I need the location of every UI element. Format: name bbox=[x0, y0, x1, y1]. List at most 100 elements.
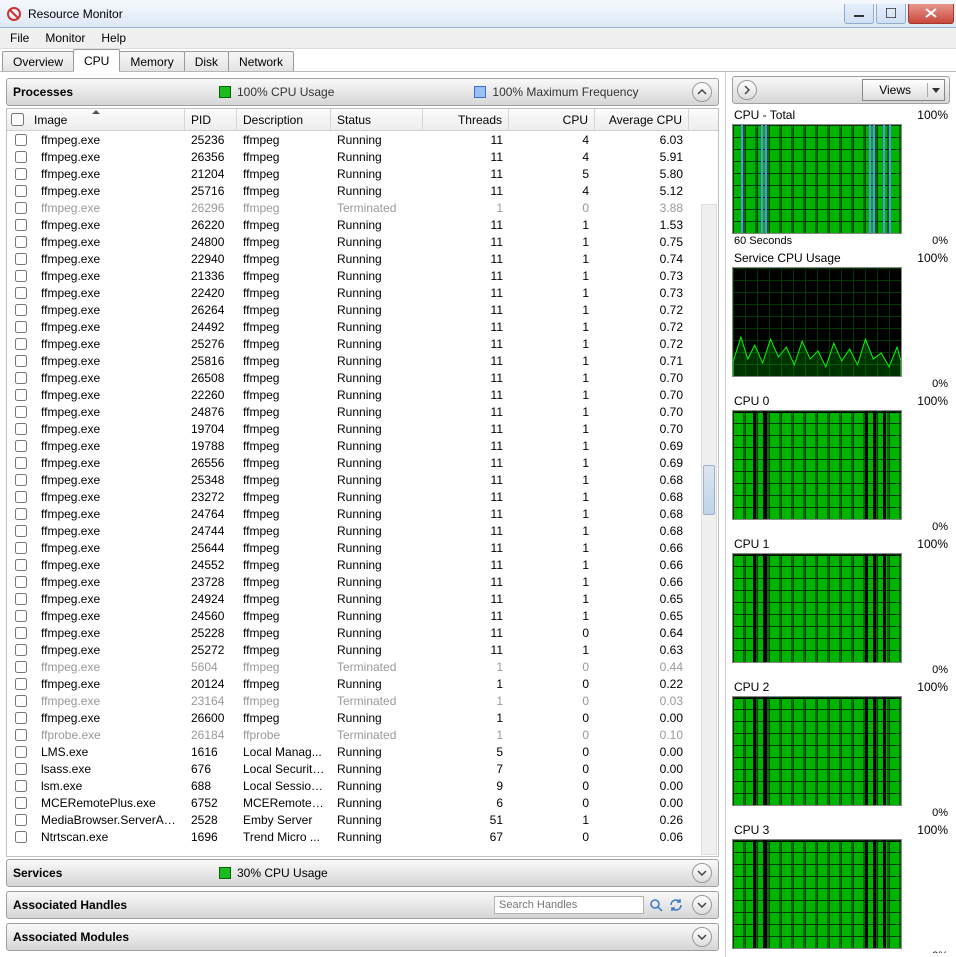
row-checkbox[interactable] bbox=[15, 372, 27, 384]
table-row[interactable]: ffmpeg.exe25816ffmpegRunning1110.71 bbox=[7, 352, 718, 369]
table-row[interactable]: ffmpeg.exe24924ffmpegRunning1110.65 bbox=[7, 590, 718, 607]
table-row[interactable]: ffmpeg.exe22260ffmpegRunning1110.70 bbox=[7, 386, 718, 403]
table-row[interactable]: ffmpeg.exe21336ffmpegRunning1110.73 bbox=[7, 267, 718, 284]
table-row[interactable]: ffmpeg.exe23272ffmpegRunning1110.68 bbox=[7, 488, 718, 505]
table-row[interactable]: ffmpeg.exe25716ffmpegRunning1145.12 bbox=[7, 182, 718, 199]
table-row[interactable]: ffmpeg.exe22420ffmpegRunning1110.73 bbox=[7, 284, 718, 301]
tab-network[interactable]: Network bbox=[228, 51, 294, 71]
table-row[interactable]: ffmpeg.exe25348ffmpegRunning1110.68 bbox=[7, 471, 718, 488]
row-checkbox[interactable] bbox=[15, 559, 27, 571]
table-row[interactable]: ffmpeg.exe24552ffmpegRunning1110.66 bbox=[7, 556, 718, 573]
row-checkbox[interactable] bbox=[15, 338, 27, 350]
table-row[interactable]: ffmpeg.exe21204ffmpegRunning1155.80 bbox=[7, 165, 718, 182]
table-row[interactable]: ffmpeg.exe24744ffmpegRunning1110.68 bbox=[7, 522, 718, 539]
row-checkbox[interactable] bbox=[15, 457, 27, 469]
row-checkbox[interactable] bbox=[15, 814, 27, 826]
row-checkbox[interactable] bbox=[15, 831, 27, 843]
table-row[interactable]: ffmpeg.exe26264ffmpegRunning1110.72 bbox=[7, 301, 718, 318]
row-checkbox[interactable] bbox=[15, 780, 27, 792]
tab-disk[interactable]: Disk bbox=[184, 51, 229, 71]
search-icon[interactable] bbox=[648, 897, 664, 913]
row-checkbox[interactable] bbox=[15, 270, 27, 282]
maximize-button[interactable] bbox=[876, 4, 906, 24]
col-cpu[interactable]: CPU bbox=[509, 109, 595, 130]
row-checkbox[interactable] bbox=[15, 576, 27, 588]
row-checkbox[interactable] bbox=[15, 729, 27, 741]
table-row[interactable]: ffmpeg.exe25228ffmpegRunning1100.64 bbox=[7, 624, 718, 641]
table-row[interactable]: ffmpeg.exe24764ffmpegRunning1110.68 bbox=[7, 505, 718, 522]
row-checkbox[interactable] bbox=[15, 525, 27, 537]
row-checkbox[interactable] bbox=[15, 202, 27, 214]
expand-handles-button[interactable] bbox=[692, 895, 712, 915]
table-row[interactable]: ffmpeg.exe26296ffmpegTerminated103.88 bbox=[7, 199, 718, 216]
table-row[interactable]: MediaBrowser.ServerApplic...2528Emby Ser… bbox=[7, 811, 718, 828]
table-row[interactable]: ffmpeg.exe5604ffmpegTerminated100.44 bbox=[7, 658, 718, 675]
row-checkbox[interactable] bbox=[15, 610, 27, 622]
row-checkbox[interactable] bbox=[15, 678, 27, 690]
menu-help[interactable]: Help bbox=[93, 29, 134, 47]
expand-modules-button[interactable] bbox=[692, 927, 712, 947]
table-row[interactable]: ffmpeg.exe26508ffmpegRunning1110.70 bbox=[7, 369, 718, 386]
select-all-checkbox[interactable] bbox=[11, 113, 24, 126]
menu-file[interactable]: File bbox=[2, 29, 37, 47]
close-button[interactable] bbox=[908, 4, 954, 24]
row-checkbox[interactable] bbox=[15, 134, 27, 146]
table-row[interactable]: ffmpeg.exe25236ffmpegRunning1146.03 bbox=[7, 131, 718, 148]
views-button[interactable]: Views bbox=[862, 79, 945, 101]
tab-memory[interactable]: Memory bbox=[119, 51, 184, 71]
table-scrollbar[interactable] bbox=[701, 204, 717, 855]
row-checkbox[interactable] bbox=[15, 712, 27, 724]
search-handles-input[interactable] bbox=[494, 896, 644, 914]
row-checkbox[interactable] bbox=[15, 542, 27, 554]
col-description[interactable]: Description bbox=[237, 109, 331, 130]
menu-monitor[interactable]: Monitor bbox=[37, 29, 93, 47]
row-checkbox[interactable] bbox=[15, 389, 27, 401]
row-checkbox[interactable] bbox=[15, 219, 27, 231]
table-row[interactable]: lsm.exe688Local Session...Running900.00 bbox=[7, 777, 718, 794]
table-row[interactable]: ffmpeg.exe26556ffmpegRunning1110.69 bbox=[7, 454, 718, 471]
table-row[interactable]: ffmpeg.exe24492ffmpegRunning1110.72 bbox=[7, 318, 718, 335]
row-checkbox[interactable] bbox=[15, 644, 27, 656]
table-row[interactable]: ffmpeg.exe26356ffmpegRunning1145.91 bbox=[7, 148, 718, 165]
row-checkbox[interactable] bbox=[15, 746, 27, 758]
table-row[interactable]: ffmpeg.exe25272ffmpegRunning1110.63 bbox=[7, 641, 718, 658]
table-row[interactable]: ffmpeg.exe24876ffmpegRunning1110.70 bbox=[7, 403, 718, 420]
table-row[interactable]: ffmpeg.exe25644ffmpegRunning1110.66 bbox=[7, 539, 718, 556]
table-row[interactable]: ffmpeg.exe25276ffmpegRunning1110.72 bbox=[7, 335, 718, 352]
row-checkbox[interactable] bbox=[15, 355, 27, 367]
scrollbar-thumb[interactable] bbox=[703, 465, 715, 515]
processes-header[interactable]: Processes 100% CPU Usage 100% Maximum Fr… bbox=[6, 78, 719, 106]
row-checkbox[interactable] bbox=[15, 440, 27, 452]
row-checkbox[interactable] bbox=[15, 593, 27, 605]
modules-header[interactable]: Associated Modules bbox=[6, 923, 719, 951]
tab-overview[interactable]: Overview bbox=[2, 51, 74, 71]
row-checkbox[interactable] bbox=[15, 508, 27, 520]
table-row[interactable]: ffmpeg.exe26600ffmpegRunning100.00 bbox=[7, 709, 718, 726]
row-checkbox[interactable] bbox=[15, 236, 27, 248]
row-checkbox[interactable] bbox=[15, 406, 27, 418]
table-row[interactable]: LMS.exe1616Local Manag...Running500.00 bbox=[7, 743, 718, 760]
expand-services-button[interactable] bbox=[692, 863, 712, 883]
table-row[interactable]: ffmpeg.exe23164ffmpegTerminated100.03 bbox=[7, 692, 718, 709]
row-checkbox[interactable] bbox=[15, 287, 27, 299]
table-row[interactable]: lsass.exe676Local Security...Running700.… bbox=[7, 760, 718, 777]
table-row[interactable]: ffmpeg.exe22940ffmpegRunning1110.74 bbox=[7, 250, 718, 267]
row-checkbox[interactable] bbox=[15, 321, 27, 333]
table-row[interactable]: ffmpeg.exe23728ffmpegRunning1110.66 bbox=[7, 573, 718, 590]
row-checkbox[interactable] bbox=[15, 661, 27, 673]
refresh-icon[interactable] bbox=[668, 897, 684, 913]
col-threads[interactable]: Threads bbox=[423, 109, 509, 130]
table-row[interactable]: ffmpeg.exe24560ffmpegRunning1110.65 bbox=[7, 607, 718, 624]
handles-header[interactable]: Associated Handles bbox=[6, 891, 719, 919]
col-checkbox-image[interactable]: Image bbox=[7, 109, 185, 130]
collapse-right-pane-button[interactable] bbox=[737, 80, 757, 100]
row-checkbox[interactable] bbox=[15, 695, 27, 707]
table-row[interactable]: ffmpeg.exe20124ffmpegRunning100.22 bbox=[7, 675, 718, 692]
row-checkbox[interactable] bbox=[15, 763, 27, 775]
table-row[interactable]: Ntrtscan.exe1696Trend Micro ...Running67… bbox=[7, 828, 718, 845]
collapse-processes-button[interactable] bbox=[692, 82, 712, 102]
row-checkbox[interactable] bbox=[15, 253, 27, 265]
table-row[interactable]: ffprobe.exe26184ffprobeTerminated100.10 bbox=[7, 726, 718, 743]
views-dropdown-icon[interactable] bbox=[928, 88, 944, 93]
row-checkbox[interactable] bbox=[15, 185, 27, 197]
